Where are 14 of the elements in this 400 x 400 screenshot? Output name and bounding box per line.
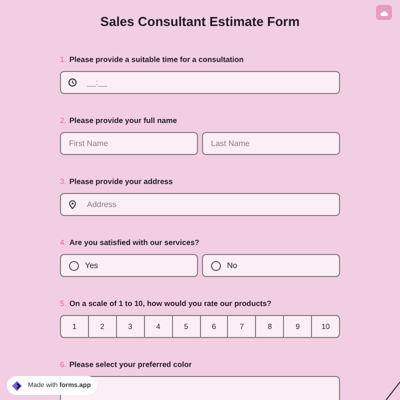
cloud-icon: [380, 10, 388, 16]
name-field[interactable]: First Name: [60, 132, 198, 155]
location-pin-icon: [68, 200, 77, 209]
clock-icon: [68, 78, 77, 87]
radio-button[interactable]: [69, 260, 79, 270]
logo-icon: [11, 380, 23, 392]
radio-option[interactable]: Yes: [60, 254, 198, 277]
radio-button[interactable]: [211, 260, 221, 270]
name-field[interactable]: Last Name: [202, 132, 340, 155]
time-field[interactable]: __:__: [60, 71, 340, 94]
form-title: Sales Consultant Estimate Form: [99, 13, 301, 31]
address-field[interactable]: Address: [60, 193, 340, 216]
decorative-line: [385, 380, 400, 400]
radio-option[interactable]: No: [202, 254, 340, 277]
